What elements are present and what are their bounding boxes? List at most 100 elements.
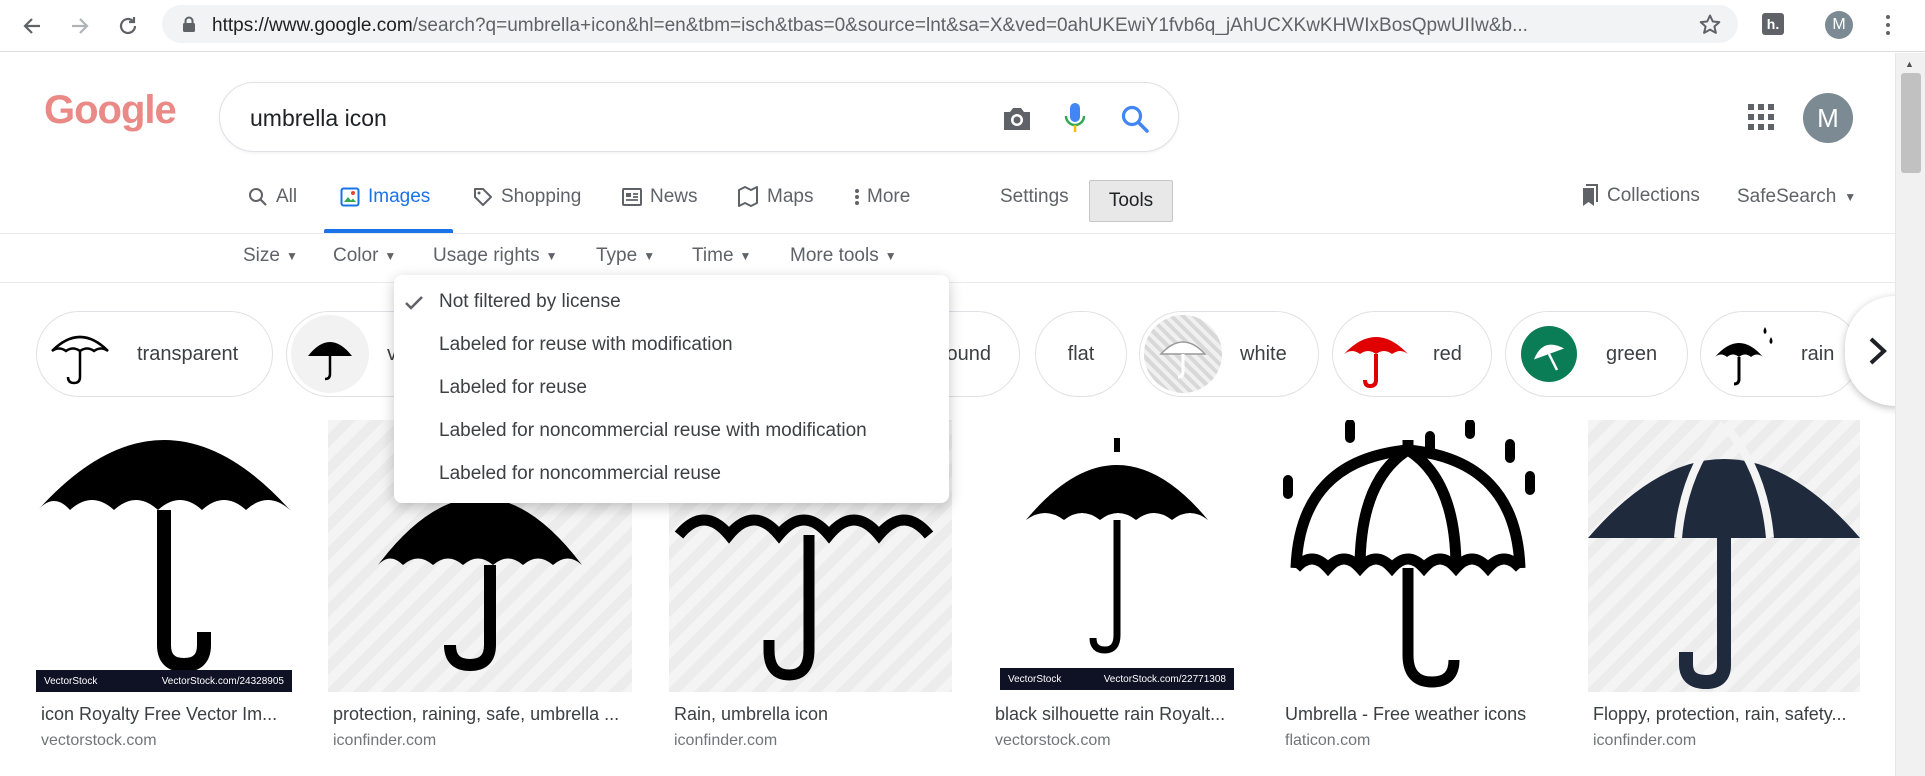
result-thumbnail[interactable]: VectorStock VectorStock.com/24328905 (36, 420, 292, 692)
filter-usage-rights[interactable]: Usage rights ▼ (433, 245, 558, 267)
menu-item-reuse-with-modification[interactable]: Labeled for reuse with modification (439, 334, 733, 356)
umbrella-rain-icon (1715, 327, 1773, 386)
filter-color[interactable]: Color ▼ (333, 245, 396, 267)
safesearch-dropdown[interactable]: SafeSearch ▼ (1737, 186, 1856, 208)
chip-label: white (1240, 342, 1287, 365)
extension-icon[interactable]: h. (1762, 13, 1784, 35)
filter-more-tools[interactable]: More tools ▼ (790, 245, 897, 267)
chevron-right-icon (1869, 337, 1887, 365)
usage-rights-menu: Not filtered by license Labeled for reus… (394, 275, 949, 503)
reload-button[interactable] (110, 8, 146, 44)
umbrella-green-icon (1521, 326, 1577, 382)
address-bar[interactable]: https://www.google.com/search?q=umbrella… (162, 5, 1738, 43)
more-vert-icon (855, 189, 859, 205)
forward-button[interactable] (62, 8, 98, 44)
chip-rain[interactable]: rain (1700, 311, 1860, 397)
tab-shopping[interactable]: Shopping (473, 186, 581, 208)
result-source[interactable]: vectorstock.com (41, 732, 157, 750)
chip-red[interactable]: red (1332, 311, 1492, 397)
result-title[interactable]: Rain, umbrella icon (674, 704, 951, 725)
result-title[interactable]: black silhouette rain Royalt... (995, 704, 1240, 725)
map-icon (738, 186, 758, 207)
umbrella-image (1026, 438, 1208, 654)
collections-bookmark-icon (1583, 184, 1598, 206)
chip-thumbnail (1337, 315, 1415, 393)
result-source[interactable]: iconfinder.com (674, 732, 777, 750)
checkmark-icon (405, 296, 423, 310)
search-box (219, 82, 1179, 152)
filter-color-label: Color (333, 245, 379, 266)
menu-item-reuse[interactable]: Labeled for reuse (439, 377, 587, 399)
settings-link[interactable]: Settings (1000, 186, 1069, 208)
tab-images[interactable]: Images (340, 186, 430, 208)
account-avatar[interactable]: M (1803, 93, 1853, 143)
watermark-right: VectorStock.com/22771308 (1103, 673, 1226, 685)
menu-item-noncommercial-reuse[interactable]: Labeled for noncommercial reuse (439, 463, 721, 485)
back-arrow-icon (23, 18, 40, 34)
chip-label: transparent (137, 342, 239, 365)
chip-label: ound (946, 342, 992, 365)
apps-grid-icon[interactable] (1748, 104, 1774, 130)
result-source[interactable]: flaticon.com (1285, 732, 1370, 750)
menu-item-not-filtered[interactable]: Not filtered by license (439, 291, 621, 313)
umbrella-red-icon (1344, 337, 1408, 389)
page-scrollbar[interactable]: ▲ (1895, 53, 1925, 776)
scroll-up-icon[interactable]: ▲ (1905, 59, 1914, 69)
result-thumbnail[interactable]: VectorStock VectorStock.com/22771308 (990, 420, 1244, 692)
result-title[interactable]: icon Royalty Free Vector Im... (41, 704, 291, 725)
result-title[interactable]: Umbrella - Free weather icons (1285, 704, 1550, 725)
tab-all-label: All (276, 186, 298, 207)
chip-thumbnail (1705, 315, 1783, 393)
safesearch-label: SafeSearch (1737, 186, 1837, 207)
chip-label: rain (1801, 342, 1835, 365)
scrollbar-thumb[interactable] (1901, 73, 1921, 173)
collections-link[interactable]: Collections (1579, 184, 1700, 208)
camera-icon[interactable] (1001, 105, 1033, 133)
filter-size[interactable]: Size ▼ (243, 245, 298, 267)
result-title[interactable]: Floppy, protection, rain, safety... (1593, 704, 1859, 725)
chip-green[interactable]: green (1505, 311, 1688, 397)
chip-white[interactable]: white (1139, 311, 1319, 397)
back-button[interactable] (14, 8, 50, 44)
tab-news[interactable]: News (622, 186, 698, 208)
browser-menu-icon[interactable] (1880, 10, 1896, 40)
filter-type[interactable]: Type ▼ (596, 245, 655, 267)
caret-down-icon: ▼ (643, 249, 656, 263)
chip-flat[interactable]: flat (1035, 311, 1127, 397)
chip-thumbnail (291, 315, 369, 393)
chip-transparent[interactable]: transparent (36, 311, 273, 397)
search-icon[interactable] (1120, 104, 1150, 134)
browser-profile-avatar[interactable]: M (1825, 11, 1853, 39)
search-input[interactable] (250, 102, 950, 134)
result-source[interactable]: vectorstock.com (995, 732, 1111, 750)
umbrella-white-icon (1159, 341, 1207, 379)
lock-icon (183, 16, 195, 32)
news-icon (622, 188, 642, 206)
filter-time[interactable]: Time ▼ (692, 245, 751, 267)
google-logo[interactable]: Google (44, 88, 177, 133)
filter-more-tools-label: More tools (790, 245, 879, 266)
result-thumbnail[interactable] (1280, 420, 1551, 692)
result-thumbnail[interactable] (1588, 420, 1860, 692)
tab-more-label: More (867, 186, 911, 207)
tag-icon (474, 188, 492, 206)
result-source[interactable]: iconfinder.com (333, 732, 436, 750)
tab-maps[interactable]: Maps (737, 186, 813, 208)
bookmark-star-icon[interactable] (1698, 13, 1722, 37)
url-text: https://www.google.com/search?q=umbrella… (212, 15, 1642, 37)
reload-icon (119, 17, 137, 35)
tab-all[interactable]: All (248, 186, 297, 208)
tab-images-label: Images (368, 186, 431, 207)
tab-more[interactable]: More (855, 186, 910, 208)
browser-toolbar: https://www.google.com/search?q=umbrella… (0, 0, 1925, 52)
umbrella-icon (308, 342, 352, 381)
result-title[interactable]: protection, raining, safe, umbrella ... (333, 704, 631, 725)
caret-down-icon: ▼ (739, 249, 752, 263)
tools-button[interactable]: Tools (1089, 180, 1173, 222)
menu-item-noncommercial-reuse-with-modification[interactable]: Labeled for noncommercial reuse with mod… (439, 420, 867, 442)
logo-text: Google (44, 88, 177, 132)
microphone-icon[interactable] (1063, 101, 1087, 135)
tab-maps-label: Maps (767, 186, 814, 207)
result-source[interactable]: iconfinder.com (1593, 732, 1696, 750)
umbrella-image (38, 440, 290, 673)
